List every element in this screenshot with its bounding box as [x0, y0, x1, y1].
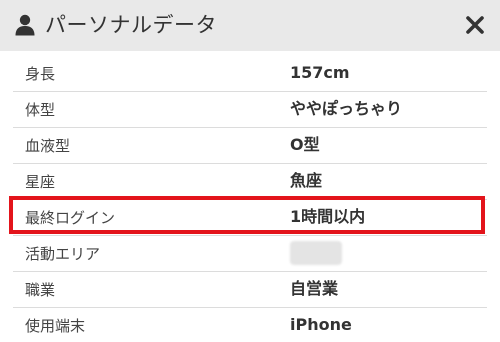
row-blood-type: 血液型 O型 — [13, 128, 487, 164]
row-value: O型 — [290, 135, 320, 154]
row-label: 職業 — [25, 281, 56, 299]
row-activity-area: 活動エリア — [13, 236, 487, 272]
row-label: 体型 — [25, 101, 56, 119]
row-occupation: 職業 自営業 — [13, 272, 487, 308]
row-label: 血液型 — [25, 137, 71, 155]
row-label: 星座 — [25, 173, 56, 191]
row-value: 自営業 — [290, 279, 339, 298]
panel-title: パーソナルデータ — [45, 13, 217, 37]
close-icon[interactable] — [466, 16, 484, 34]
row-body-type: 体型 ややぽっちゃり — [13, 92, 487, 128]
user-icon — [15, 14, 35, 36]
row-value: ややぽっちゃり — [290, 99, 403, 118]
row-value: iPhone — [290, 315, 352, 334]
row-label: 使用端末 — [25, 317, 86, 335]
row-device: 使用端末 iPhone — [13, 308, 487, 342]
row-last-login: 最終ログイン 1時間以内 — [13, 200, 487, 236]
blurred-value — [290, 241, 342, 265]
row-value: 157cm — [290, 63, 350, 82]
row-label: 活動エリア — [25, 245, 101, 263]
row-label: 身長 — [25, 65, 56, 83]
panel-header: パーソナルデータ — [0, 0, 500, 51]
row-label: 最終ログイン — [25, 209, 116, 227]
data-list: 身長 157cm 体型 ややぽっちゃり 血液型 O型 星座 魚座 最終ログイン … — [0, 56, 500, 342]
row-zodiac: 星座 魚座 — [13, 164, 487, 200]
personal-data-panel: パーソナルデータ 身長 157cm 体型 ややぽっちゃり 血液型 O型 星座 魚… — [0, 0, 500, 342]
row-value: 魚座 — [290, 171, 323, 190]
row-value: 1時間以内 — [290, 207, 366, 226]
row-height: 身長 157cm — [13, 56, 487, 92]
